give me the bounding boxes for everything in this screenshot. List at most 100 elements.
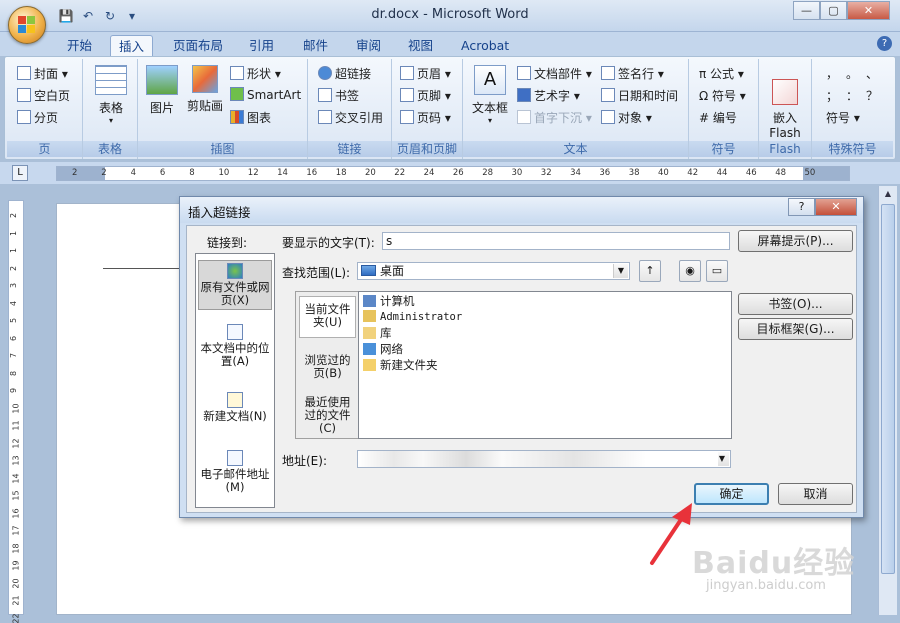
shapes-button[interactable]: 形状 ▾ — [230, 65, 281, 82]
cancel-button[interactable]: 取消 — [778, 483, 853, 505]
minimize-button[interactable]: — — [793, 1, 820, 20]
list-item[interactable]: Administrator — [363, 310, 462, 324]
equation-button[interactable]: π 公式 ▾ — [699, 65, 744, 82]
page-break-button[interactable]: 分页 — [17, 109, 58, 126]
cover-page-icon — [17, 66, 31, 80]
flash-icon — [772, 79, 798, 105]
baidu-watermark-url: jingyan.baidu.com — [706, 578, 826, 593]
dialog-title: 插入超链接 — [188, 205, 251, 220]
ruler-tick-label: 34 — [570, 168, 581, 178]
header-button[interactable]: 页眉 ▾ — [400, 65, 451, 82]
vertical-ruler[interactable]: 2 1 1 2 3 4 5 6 7 8 9 10 11 12 13 14 15 16 17 18 19 20 21 22 — [8, 200, 24, 623]
group-illustrations: 图片 剪贴画 形状 ▾ SmartArt 图表 插图 — [138, 59, 308, 159]
signature-line-button[interactable]: 签名行 ▾ — [601, 65, 664, 82]
ruler-tick-label: 18 — [11, 542, 21, 554]
chart-button[interactable]: 图表 — [230, 109, 271, 126]
smartart-button[interactable]: SmartArt — [230, 87, 301, 102]
special-char-semicolon[interactable]: ； — [826, 87, 838, 104]
list-item[interactable]: 库 — [363, 326, 392, 340]
embed-flash-button[interactable]: 嵌入 Flash — [765, 65, 805, 140]
up-folder-icon[interactable]: ↑ — [639, 260, 661, 282]
file-list[interactable]: 计算机 Administrator 库 网络 新建文件夹 — [358, 291, 732, 439]
horizontal-ruler[interactable]: 2 2 4 6 8 10 12 14 16 18 20 22 24 26 28 30 32 34 36 38 40 42 4… — [56, 166, 850, 181]
ruler-tick-label: 14 — [11, 472, 21, 484]
ruler-tick-label: 6 — [159, 168, 166, 178]
ruler-tick-label: 18 — [335, 168, 347, 178]
scroll-up-icon[interactable]: ▲ — [881, 187, 895, 201]
target-frame-button[interactable]: 目标框架(G)... — [738, 318, 853, 340]
tab-view[interactable]: 视图 — [408, 35, 433, 56]
special-char-colon[interactable]: ： — [846, 87, 858, 104]
tab-mailings[interactable]: 邮件 — [303, 35, 328, 56]
ruler-tick-label: 10 — [11, 402, 21, 414]
hyperlink-button[interactable]: 超链接 — [318, 65, 371, 82]
special-char-pause[interactable]: 、 — [866, 65, 878, 82]
special-symbol-more-button[interactable]: 符号 ▾ — [826, 109, 860, 126]
maximize-button[interactable]: ▢ — [820, 1, 847, 20]
numbering-button[interactable]: # 编号 — [699, 109, 737, 126]
ok-button[interactable]: 确定 — [694, 483, 769, 505]
display-text-input[interactable]: s — [382, 232, 730, 250]
link-new-document[interactable]: 新建文档(N) — [198, 392, 272, 428]
ruler-tick-label: 22 — [11, 612, 21, 623]
vertical-scrollbar[interactable]: ▲ — [878, 186, 897, 615]
tab-review[interactable]: 审阅 — [356, 35, 381, 56]
quick-parts-button[interactable]: 文档部件 ▾ — [517, 65, 592, 82]
list-item[interactable]: 新建文件夹 — [363, 358, 438, 372]
ruler-tick-label: 38 — [628, 168, 640, 178]
cross-reference-button[interactable]: 交叉引用 — [318, 109, 383, 126]
link-email-address[interactable]: 电子邮件地址(M) — [198, 450, 272, 496]
special-char-question[interactable]: ？ — [866, 87, 878, 104]
ruler-tick-label: 32 — [540, 168, 552, 178]
bookmark-button[interactable]: 书签 — [318, 87, 359, 104]
object-icon — [601, 110, 615, 124]
list-item[interactable]: 网络 — [363, 342, 403, 356]
ruler-tick-label: 28 — [482, 168, 494, 178]
symbol-button[interactable]: Ω 符号 ▾ — [699, 87, 746, 104]
nav-browsed-pages[interactable]: 浏览过的页(B) — [299, 350, 356, 384]
list-item[interactable]: 计算机 — [363, 294, 415, 308]
wordart-button[interactable]: 艺术字 ▾ — [517, 87, 580, 104]
picture-button[interactable]: 图片 — [144, 65, 180, 116]
window-controls: — ▢ ✕ — [793, 1, 890, 20]
cover-page-button[interactable]: 封面 ▾ — [17, 65, 68, 82]
browse-web-icon[interactable]: ◉ — [679, 260, 701, 282]
group-label: 符号 — [689, 141, 758, 157]
link-place-in-document[interactable]: 本文档中的位置(A) — [198, 324, 272, 368]
blank-page-button[interactable]: 空白页 — [17, 87, 70, 104]
browse-file-icon[interactable]: ▭ — [706, 260, 728, 282]
scroll-thumb[interactable] — [881, 204, 895, 574]
dialog-help-button[interactable]: ? — [788, 198, 815, 216]
date-time-button[interactable]: 日期和时间 — [601, 87, 678, 104]
ruler-tick-label: 2 — [101, 168, 107, 178]
tab-page-layout[interactable]: 页面布局 — [173, 35, 223, 56]
nav-recent-files[interactable]: 最近使用过的文件(C) — [299, 394, 356, 435]
special-char-comma[interactable]: ， — [826, 65, 838, 82]
table-button[interactable]: 表格 ▾ — [91, 65, 131, 125]
nav-current-folder[interactable]: 当前文件夹(U) — [299, 296, 356, 338]
tab-selector[interactable]: L — [12, 165, 28, 181]
chevron-down-icon[interactable]: ▼ — [613, 264, 628, 278]
look-in-combo[interactable]: 桌面 ▼ — [357, 262, 630, 280]
link-existing-file[interactable]: 原有文件或网页(X) — [198, 260, 272, 310]
tab-home[interactable]: 开始 — [67, 35, 92, 56]
group-header-footer: 页眉 ▾ 页脚 ▾ 页码 ▾ 页眉和页脚 — [392, 59, 463, 159]
tab-references[interactable]: 引用 — [249, 35, 274, 56]
special-char-period[interactable]: 。 — [846, 65, 858, 82]
tab-insert[interactable]: 插入 — [110, 35, 154, 56]
tab-acrobat[interactable]: Acrobat — [461, 35, 509, 56]
ruler-tick-label: 26 — [452, 168, 464, 178]
screentip-button[interactable]: 屏幕提示(P)... — [738, 230, 853, 252]
dialog-close-button[interactable]: ✕ — [815, 198, 857, 216]
textbox-button[interactable]: A 文本框 ▾ — [467, 65, 513, 125]
page-number-button[interactable]: 页码 ▾ — [400, 109, 451, 126]
ruler-tick-label: 20 — [365, 168, 376, 178]
office-button[interactable] — [8, 6, 46, 44]
help-icon[interactable]: ? — [877, 36, 892, 51]
close-button[interactable]: ✕ — [847, 1, 890, 20]
bookmark-dialog-button[interactable]: 书签(O)... — [738, 293, 853, 315]
object-button[interactable]: 对象 ▾ — [601, 109, 652, 126]
clipart-button[interactable]: 剪贴画 — [184, 65, 226, 114]
ruler-tick-label: 12 — [247, 168, 259, 178]
footer-button[interactable]: 页脚 ▾ — [400, 87, 451, 104]
